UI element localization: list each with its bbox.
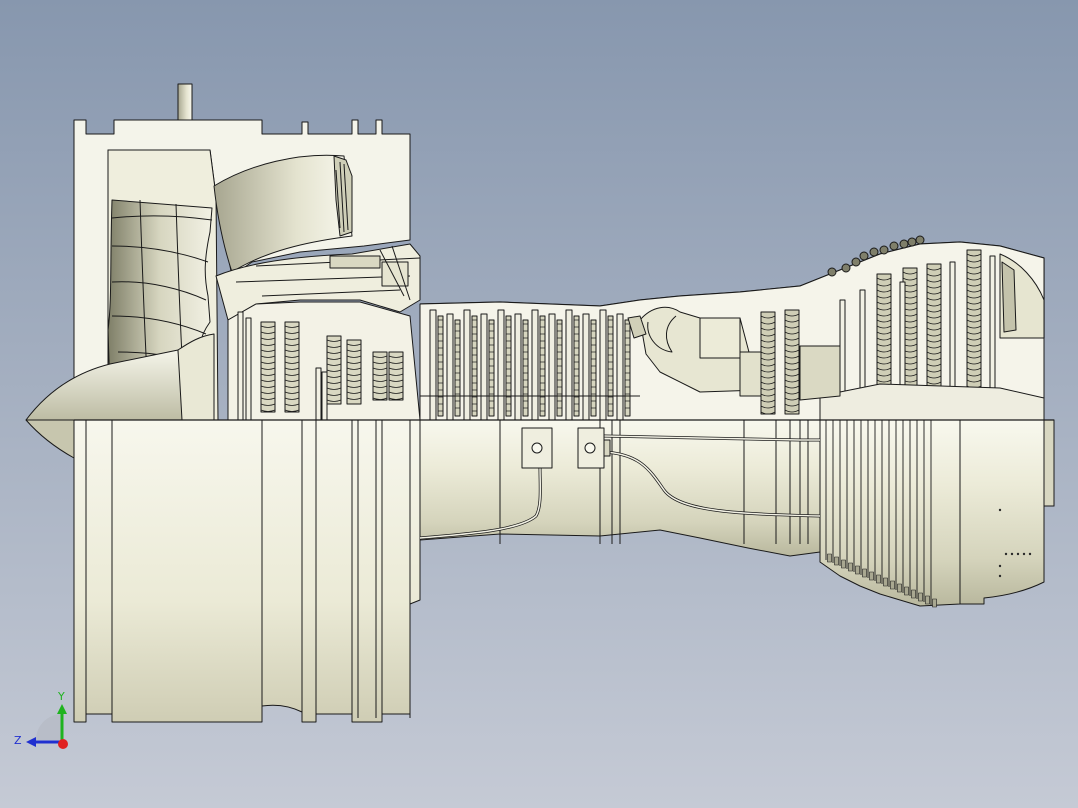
hpc-vane <box>582 313 590 421</box>
hpc-blade <box>607 315 614 417</box>
accessory-box-2-clip <box>603 439 611 457</box>
hpc-blade <box>556 319 563 417</box>
accessory-box-1-port <box>531 442 543 454</box>
hpc-blade <box>573 315 580 417</box>
triad-z-label: Z <box>14 734 22 747</box>
casing-bolt <box>899 239 909 249</box>
turbine-fin-tip <box>855 565 860 575</box>
casing-bolt <box>869 247 879 257</box>
turbine-fin-tip <box>911 589 916 599</box>
casing-bolt <box>907 237 917 247</box>
casing-bolt <box>827 267 837 277</box>
hpc-vane <box>480 313 488 421</box>
lpc-vane <box>315 367 322 421</box>
graphics-viewport[interactable]: Y Z <box>0 0 1078 808</box>
hpc-vane <box>548 313 556 421</box>
turbine-blade-stack <box>784 309 800 415</box>
hpc-vane <box>497 309 505 421</box>
casing-bolt <box>889 241 899 251</box>
hpc-blade <box>471 315 478 417</box>
casing-bolt <box>879 245 889 255</box>
turbine-fin-tip <box>925 595 930 605</box>
triad-x-axis-dot <box>58 739 68 749</box>
hpc-vane <box>514 313 522 421</box>
model-view[interactable]: Y Z <box>0 0 1078 808</box>
turbine-fin-tip <box>890 580 895 590</box>
turbine-fin-tip <box>841 559 846 569</box>
hpc-vane <box>446 313 454 421</box>
casing-bolt <box>859 251 869 261</box>
turbine-vane <box>989 255 996 411</box>
lpc-vane <box>237 311 244 421</box>
lpc-blade-stack <box>346 339 362 405</box>
exhaust-nozzle-exterior <box>959 419 1055 605</box>
turbine-fin-tip <box>848 562 853 572</box>
hpc-blade <box>590 319 597 417</box>
turbine-fin-tip <box>918 592 923 602</box>
casing-bolt <box>851 257 861 267</box>
turbine-fin-tip <box>827 553 832 563</box>
casing-bolt <box>915 235 925 245</box>
lpc-vane <box>321 371 328 421</box>
hpc-blade <box>488 319 495 417</box>
turbine-fin-tip <box>883 577 888 587</box>
turbine-fin-tip <box>869 571 874 581</box>
turbine-blade-stack <box>760 311 776 415</box>
turbine-fin-tip <box>904 586 909 596</box>
triad-y-label: Y <box>57 690 65 703</box>
hpc-vane <box>429 309 437 421</box>
fan-hub-cover <box>177 333 215 421</box>
hpc-vane <box>531 309 539 421</box>
turbine-fin-tip <box>876 574 881 584</box>
hpc-blade <box>437 315 444 417</box>
hpc-blade <box>505 315 512 417</box>
hpc-vane <box>565 309 573 421</box>
turbine-fin-tip <box>834 556 839 566</box>
mount-pin <box>177 83 193 121</box>
hpc-blade <box>522 319 529 417</box>
diffuser-block <box>699 317 741 359</box>
exhaust-flange <box>1043 419 1055 507</box>
turbine-fin-tip <box>897 583 902 593</box>
accessory-box-2-port <box>584 442 596 454</box>
hpc-vane <box>463 309 471 421</box>
hpc-blade <box>624 319 631 417</box>
exhaust-strut <box>1001 261 1017 333</box>
lpt-inner-ring <box>799 345 841 401</box>
hpc-vane <box>616 313 624 421</box>
hpc-blade <box>539 315 546 417</box>
casing-bolt <box>841 263 851 273</box>
fan-case-exterior <box>73 419 421 723</box>
lpc-blade-stack <box>326 335 342 405</box>
turbine-fin-tip <box>932 598 937 608</box>
lpc-vane <box>245 317 252 421</box>
hpc-vane <box>599 309 607 421</box>
hpc-blade <box>454 319 461 417</box>
turbine-fin-tip <box>862 568 867 578</box>
